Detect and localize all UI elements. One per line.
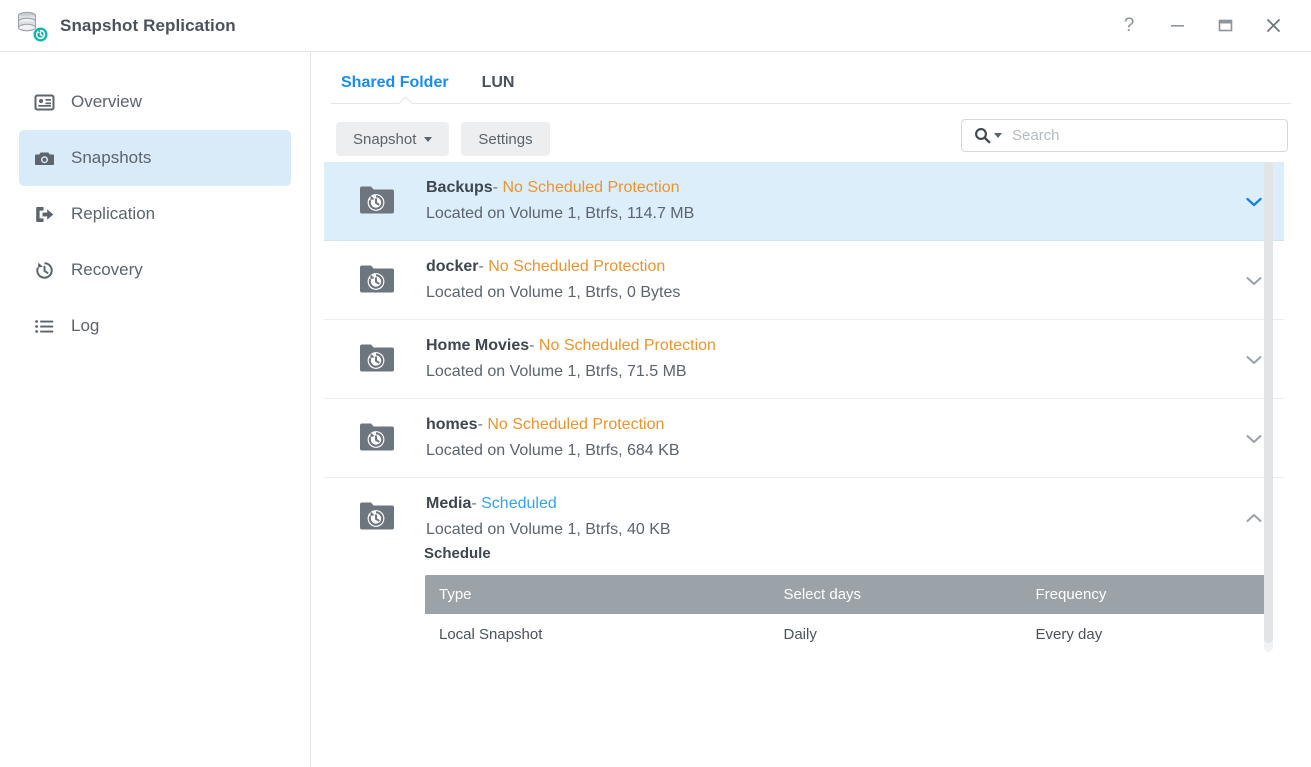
chevron-up-icon[interactable] — [1246, 510, 1262, 522]
row-title: Media- Scheduled — [426, 495, 1284, 513]
separator: - — [477, 416, 483, 433]
row-content: homes- No Scheduled Protection Located o… — [399, 416, 1284, 460]
minimize-icon[interactable] — [1155, 6, 1199, 46]
search-filter-caret-icon[interactable] — [994, 133, 1002, 138]
schedule-table-row[interactable]: Local Snapshot Daily Every day — [425, 614, 1271, 655]
row-subtitle: Located on Volume 1, Btrfs, 71.5 MB — [426, 363, 687, 380]
tab-shared-folder[interactable]: Shared Folder — [341, 74, 449, 92]
row-content: Backups- No Scheduled Protection Located… — [399, 179, 1284, 223]
folder-name: homes — [426, 416, 478, 433]
table-row[interactable]: Media- Scheduled Located on Volume 1, Bt… — [324, 478, 1284, 675]
folder-name: Home Movies — [426, 337, 530, 354]
row-subtitle: Located on Volume 1, Btrfs, 0 Bytes — [426, 284, 681, 301]
snapshot-menu-button[interactable]: Snapshot — [336, 122, 450, 156]
schedule-heading: Schedule — [424, 545, 491, 562]
cell-select-days: Daily — [769, 614, 1022, 655]
tab-bar: Shared Folder LUN — [311, 52, 1311, 104]
row-title: homes- No Scheduled Protection — [426, 416, 1284, 434]
toolbar: Snapshot Settings — [311, 104, 1311, 162]
sidebar-item-label: Log — [71, 316, 100, 335]
folder-name: Media — [426, 495, 472, 512]
row-title: Home Movies- No Scheduled Protection — [426, 337, 1284, 355]
row-subtitle: Located on Volume 1, Btrfs, 684 KB — [426, 442, 680, 459]
row-content: Media- Scheduled Located on Volume 1, Bt… — [399, 495, 1284, 539]
close-icon[interactable] — [1251, 6, 1295, 46]
snapshot-folder-icon — [359, 185, 399, 222]
chevron-down-icon[interactable] — [1246, 194, 1262, 207]
row-content: Home Movies- No Scheduled Protection Loc… — [399, 337, 1284, 381]
snapshot-menu-label: Snapshot — [353, 130, 417, 148]
search-input[interactable] — [1012, 127, 1287, 144]
snapshot-folder-icon — [359, 422, 399, 459]
separator: - — [492, 179, 499, 196]
help-button[interactable]: ? — [1107, 6, 1151, 46]
list-icon — [33, 315, 55, 337]
shared-folder-list: Backups- No Scheduled Protection Located… — [324, 162, 1298, 675]
list-scrollbar-thumb[interactable] — [1264, 162, 1273, 643]
column-header-type: Type — [425, 575, 770, 614]
list-scrollbar[interactable] — [1264, 162, 1273, 652]
sidebar-item-label: Overview — [71, 92, 142, 111]
settings-label: Settings — [478, 130, 533, 148]
snapshot-folder-icon — [359, 264, 399, 301]
sidebar-item-label: Recovery — [71, 260, 143, 279]
sidebar-item-overview[interactable]: Overview — [19, 74, 291, 130]
settings-button[interactable]: Settings — [461, 122, 550, 156]
row-subtitle: Located on Volume 1, Btrfs, 40 KB — [426, 521, 671, 538]
overview-icon — [33, 91, 55, 113]
schedule-table: Type Select days Frequency Local Snapsho… — [424, 574, 1272, 656]
main-panel: Shared Folder LUN Snapshot Settings Sear… — [311, 52, 1311, 767]
camera-icon — [33, 147, 55, 169]
page-title: Snapshot Replication — [60, 15, 236, 35]
separator: - — [478, 258, 484, 275]
sidebar-item-label: Replication — [71, 204, 156, 223]
snapshot-folder-icon — [359, 501, 399, 538]
table-row[interactable]: Backups- No Scheduled Protection Located… — [324, 162, 1284, 241]
table-row[interactable]: Home Movies- No Scheduled Protection Loc… — [324, 320, 1284, 399]
column-header-frequency: Frequency — [1021, 575, 1271, 614]
status-badge: No Scheduled Protection — [488, 258, 666, 275]
sidebar-item-snapshots[interactable]: Snapshots — [19, 130, 291, 186]
column-header-select-days: Select days — [769, 575, 1022, 614]
window-controls: ? — [1107, 6, 1295, 46]
sidebar-item-replication[interactable]: Replication — [19, 186, 291, 242]
table-row[interactable]: homes- No Scheduled Protection Located o… — [324, 399, 1284, 478]
separator: - — [529, 337, 535, 354]
row-title: docker- No Scheduled Protection — [426, 258, 1284, 276]
database-snapshot-icon — [14, 9, 48, 43]
help-label: ? — [1123, 14, 1135, 36]
recovery-icon — [33, 259, 55, 281]
tab-lun[interactable]: LUN — [482, 74, 515, 92]
row-title: Backups- No Scheduled Protection — [426, 179, 1284, 197]
separator: - — [471, 495, 477, 512]
search-box[interactable] — [961, 119, 1288, 152]
search-icon[interactable] — [974, 127, 1002, 144]
cell-type: Local Snapshot — [425, 614, 770, 655]
sidebar-item-log[interactable]: Log — [19, 298, 291, 354]
chevron-down-icon[interactable] — [1246, 431, 1262, 443]
status-badge: No Scheduled Protection — [502, 179, 680, 196]
schedule-detail: Schedule Type Select days Frequency Loca — [324, 539, 1284, 675]
folder-name: Backups — [426, 179, 493, 196]
row-subtitle: Located on Volume 1, Btrfs, 114.7 MB — [426, 205, 695, 222]
status-badge: Scheduled — [481, 495, 557, 512]
table-row[interactable]: docker- No Scheduled Protection Located … — [324, 241, 1284, 320]
replication-icon — [33, 203, 55, 225]
sidebar-item-label: Snapshots — [71, 148, 152, 167]
sidebar: Overview Snapshots Replication Recovery … — [0, 52, 311, 767]
schedule-table-header: Type Select days Frequency — [425, 575, 1271, 614]
title-bar: Snapshot Replication ? — [0, 0, 1311, 52]
active-tab-notch — [397, 95, 414, 104]
sidebar-item-recovery[interactable]: Recovery — [19, 242, 291, 298]
cell-frequency: Every day — [1021, 614, 1271, 655]
snapshot-folder-icon — [359, 343, 399, 380]
row-content: docker- No Scheduled Protection Located … — [399, 258, 1284, 302]
chevron-down-icon — [424, 136, 433, 142]
chevron-down-icon[interactable] — [1246, 352, 1262, 364]
status-badge: No Scheduled Protection — [487, 416, 665, 433]
folder-name: docker — [426, 258, 479, 275]
maximize-icon[interactable] — [1203, 6, 1247, 46]
chevron-down-icon[interactable] — [1246, 273, 1262, 285]
status-badge: No Scheduled Protection — [538, 337, 716, 354]
